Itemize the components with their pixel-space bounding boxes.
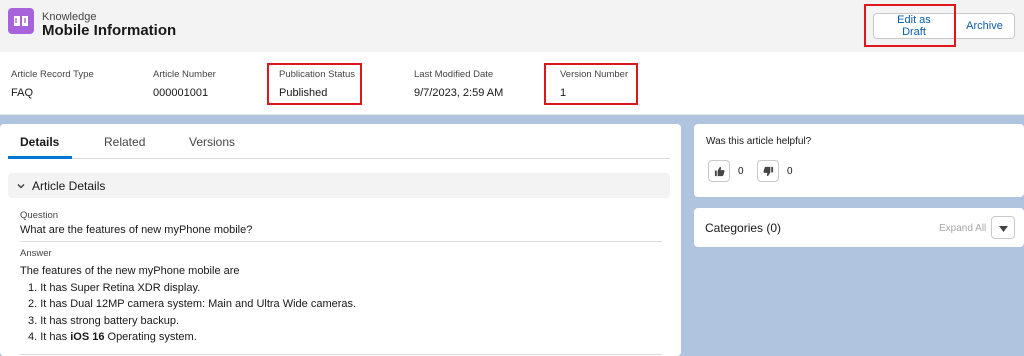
feedback-question: Was this article helpful? bbox=[706, 136, 812, 147]
answer-item-text: 4. It has bbox=[28, 331, 71, 343]
dislike-count: 0 bbox=[787, 165, 793, 177]
knowledge-book-icon bbox=[8, 8, 34, 34]
article-details-section-toggle[interactable]: Article Details bbox=[8, 173, 670, 198]
answer-field: Answer The features of the new myPhone m… bbox=[20, 248, 662, 346]
field-label: Version Number bbox=[560, 69, 629, 80]
page-title: Mobile Information bbox=[42, 22, 177, 39]
field-label: Last Modified Date bbox=[414, 69, 494, 80]
answer-item-text: Operating system. bbox=[104, 331, 197, 343]
field-value: Published bbox=[279, 87, 328, 99]
field-divider bbox=[20, 241, 662, 242]
field-article-record-type: Article Record Type FAQ bbox=[11, 69, 94, 99]
chevron-down-icon bbox=[16, 181, 26, 191]
field-publication-status: Publication Status Published bbox=[279, 69, 355, 99]
thumbs-up-icon[interactable] bbox=[708, 160, 730, 182]
dislike-vote: 0 bbox=[757, 160, 793, 182]
highlights-panel: Article Record Type FAQ Article Number 0… bbox=[0, 52, 1024, 115]
field-label: Article Record Type bbox=[11, 69, 94, 80]
answer-label: Answer bbox=[20, 248, 52, 259]
question-field: Question What are the features of new my… bbox=[20, 210, 662, 236]
field-value: 000001001 bbox=[153, 87, 209, 99]
section-title: Article Details bbox=[32, 178, 106, 193]
field-value: 1 bbox=[560, 87, 567, 99]
question-value: What are the features of new myPhone mob… bbox=[20, 224, 253, 236]
field-divider bbox=[20, 354, 662, 355]
answer-item: 3. It has strong battery backup. bbox=[28, 314, 180, 327]
tab-details[interactable]: Details bbox=[20, 135, 59, 149]
tab-related[interactable]: Related bbox=[104, 135, 145, 149]
page-header: Knowledge Mobile Information Edit as Dra… bbox=[0, 0, 1024, 52]
field-version-number: Version Number 1 bbox=[560, 69, 628, 99]
field-article-number: Article Number 000001001 bbox=[153, 69, 216, 99]
expand-all-link[interactable]: Expand All bbox=[939, 223, 986, 234]
question-label: Question bbox=[20, 210, 59, 221]
field-value: 9/7/2023, 2:59 AM bbox=[414, 87, 504, 99]
archive-button[interactable]: Archive bbox=[955, 13, 1015, 39]
edit-as-draft-button[interactable]: Edit as Draft bbox=[873, 13, 955, 39]
categories-card: Categories (0) Expand All bbox=[694, 208, 1024, 247]
field-last-modified-date: Last Modified Date 9/7/2023, 2:59 AM bbox=[414, 69, 503, 99]
article-feedback-card: Was this article helpful? 0 0 bbox=[694, 124, 1024, 197]
answer-intro: The features of the new myPhone mobile a… bbox=[20, 265, 240, 277]
answer-value: The features of the new myPhone mobile a… bbox=[20, 263, 662, 346]
field-label: Article Number bbox=[153, 69, 216, 80]
header-actions: Edit as Draft Archive bbox=[873, 13, 1015, 39]
like-count: 0 bbox=[738, 165, 744, 177]
field-value: FAQ bbox=[11, 87, 34, 99]
answer-item: 4. It has iOS 16 Operating system. bbox=[20, 329, 662, 346]
active-tab-indicator bbox=[8, 156, 72, 159]
tab-versions[interactable]: Versions bbox=[189, 135, 235, 149]
field-label: Publication Status bbox=[279, 69, 356, 80]
answer-item: 2. It has Dual 12MP camera system: Main … bbox=[28, 298, 357, 310]
like-vote: 0 bbox=[708, 160, 744, 182]
answer-item-bold-text: iOS 16 bbox=[70, 331, 105, 343]
categories-title: Categories (0) bbox=[705, 221, 782, 235]
thumbs-down-icon[interactable] bbox=[757, 160, 779, 182]
caret-down-icon bbox=[998, 221, 1008, 235]
answer-item: 1. It has Super Retina XDR display. bbox=[28, 281, 201, 294]
tab-bar: Details Related Versions bbox=[8, 124, 670, 159]
categories-menu-button[interactable] bbox=[991, 216, 1015, 239]
article-detail-card: Details Related Versions Article Details… bbox=[0, 124, 681, 356]
